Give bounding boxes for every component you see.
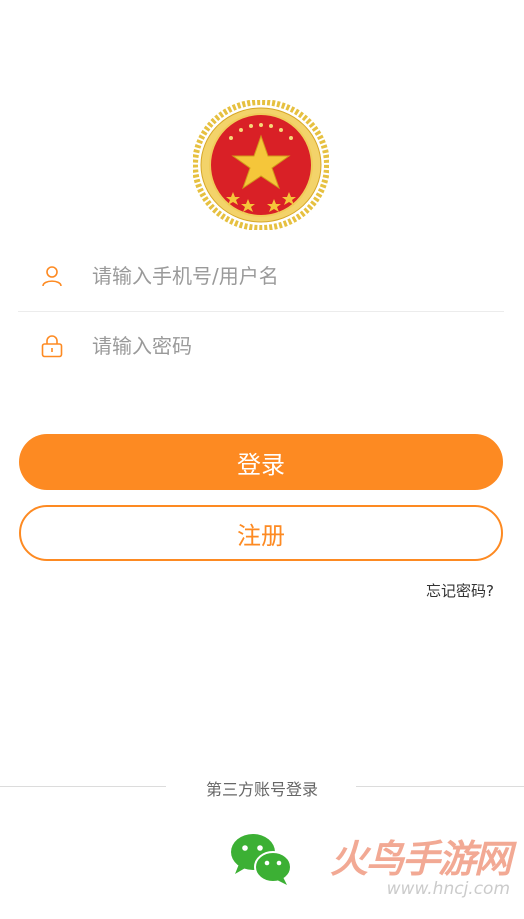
username-input[interactable] <box>92 255 472 297</box>
third-party-label: 第三方账号登录 <box>205 780 318 799</box>
third-party-section: 第三方账号登录 <box>0 772 524 802</box>
login-button[interactable]: 登录 <box>19 434 503 490</box>
divider-right <box>356 786 524 787</box>
watermark-url: www.hncj.com <box>386 879 510 899</box>
password-row <box>18 311 504 381</box>
watermark-title: 火鸟手游网 <box>329 837 512 881</box>
lock-icon <box>41 335 63 358</box>
watermark: 火鸟手游网 www.hncj.com <box>320 837 512 907</box>
emblem-logo <box>193 100 329 230</box>
wechat-icon[interactable] <box>229 832 293 886</box>
password-input[interactable] <box>92 325 472 367</box>
forgot-password-link[interactable]: 忘记密码? <box>426 580 494 601</box>
user-icon <box>42 266 62 287</box>
register-button[interactable]: 注册 <box>19 505 503 561</box>
username-row <box>18 241 504 312</box>
